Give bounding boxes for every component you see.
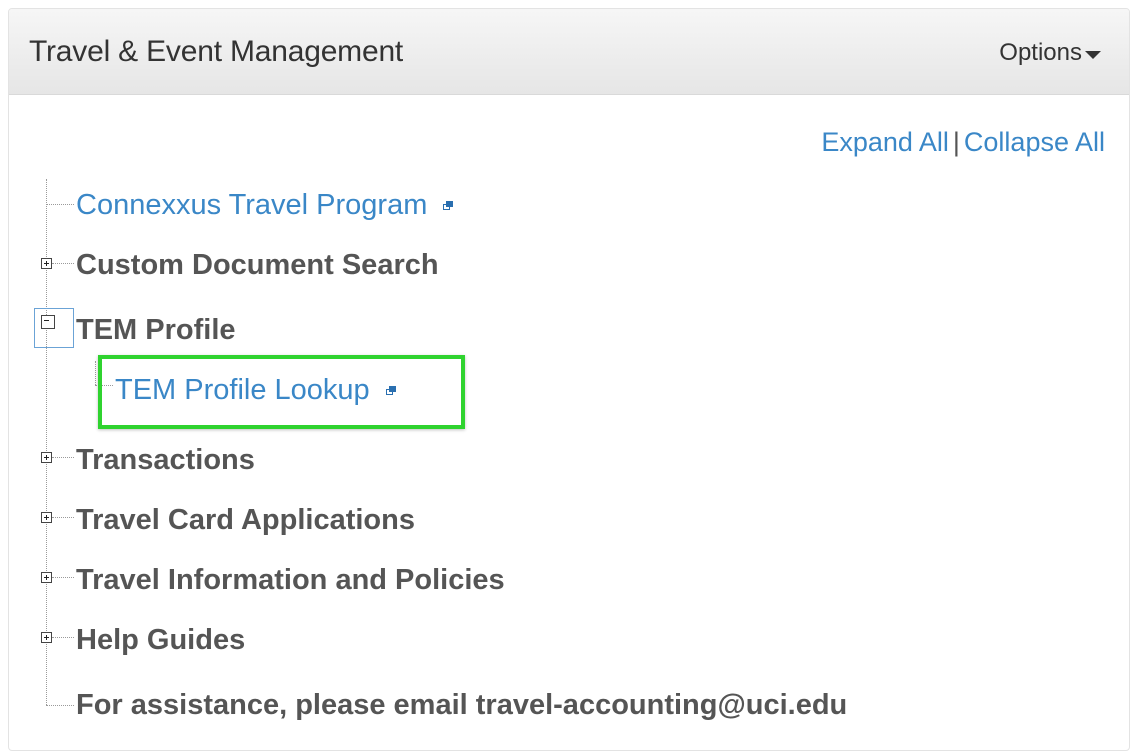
tree-connector [52, 263, 74, 264]
tree-connector [46, 705, 74, 706]
expand-all-link[interactable]: Expand All [821, 127, 949, 157]
caret-down-icon [1085, 50, 1101, 59]
tree-connector [52, 637, 74, 638]
tree-connector [52, 517, 74, 518]
expand-icon[interactable] [41, 572, 52, 583]
tree-item-label: TEM Profile Lookup [115, 374, 370, 406]
tem-panel: Travel & Event Management Options Expand… [8, 8, 1130, 751]
panel-title: Travel & Event Management [29, 35, 404, 68]
tree-item-travel-card-applications[interactable]: Travel Card Applications [76, 504, 415, 537]
tree-item-connexxus-travel-program[interactable]: Connexxus Travel Program [76, 189, 454, 222]
tree-item-travel-information-and-policies[interactable]: Travel Information and Policies [76, 564, 505, 597]
panel-header: Travel & Event Management Options [9, 9, 1129, 95]
expand-icon[interactable] [41, 258, 52, 269]
tree-item-label: Connexxus Travel Program [76, 189, 428, 221]
expand-collapse-controls: Expand All | Collapse All [821, 127, 1105, 158]
tree-connector-child [95, 361, 96, 385]
tree-item-tem-profile-lookup[interactable]: TEM Profile Lookup [115, 374, 397, 407]
tree-connector [52, 457, 74, 458]
tree-connector [46, 204, 74, 205]
tree-item-help-guides[interactable]: Help Guides [76, 624, 245, 657]
collapse-icon[interactable] [41, 315, 55, 329]
expand-icon[interactable] [41, 632, 52, 643]
external-link-icon [443, 201, 454, 211]
tree-item-tem-profile[interactable]: TEM Profile [76, 314, 236, 347]
tree-item-custom-document-search[interactable]: Custom Document Search [76, 249, 439, 282]
tree-connector [52, 577, 74, 578]
separator: | [952, 127, 960, 157]
external-link-icon [385, 386, 397, 396]
options-dropdown[interactable]: Options [999, 39, 1101, 67]
tree-item-transactions[interactable]: Transactions [76, 444, 255, 477]
assistance-text: For assistance, please email travel-acco… [76, 689, 848, 721]
expand-icon[interactable] [41, 452, 52, 463]
collapse-all-link[interactable]: Collapse All [964, 127, 1105, 157]
expand-icon[interactable] [41, 512, 52, 523]
options-label: Options [999, 39, 1082, 66]
